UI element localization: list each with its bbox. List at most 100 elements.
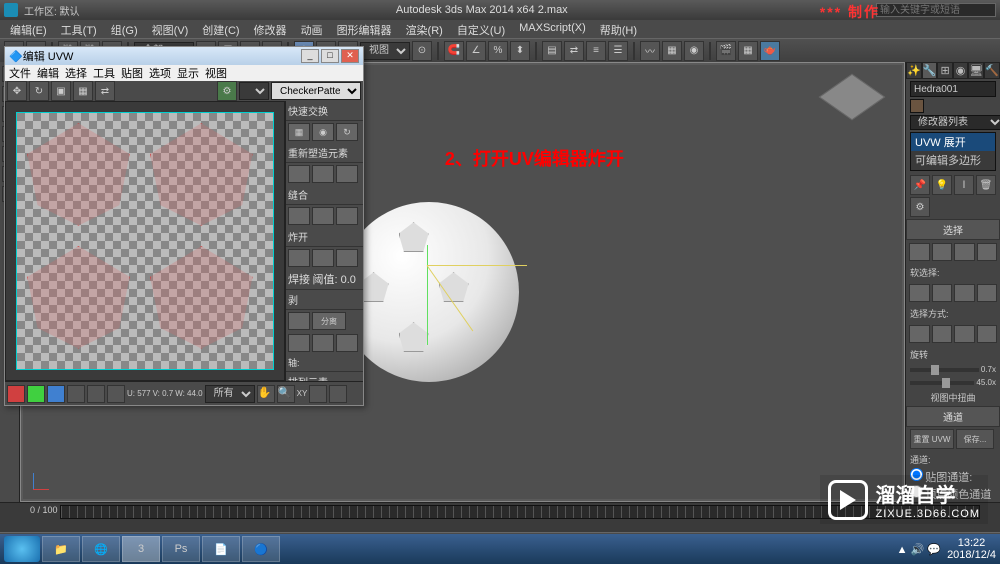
uvw-face-mode[interactable] [47, 385, 65, 403]
percent-snap-button[interactable]: % [488, 41, 508, 61]
uvw-detach-btn[interactable]: 分离 [312, 312, 346, 330]
rotate-slider-2[interactable] [910, 381, 974, 385]
uvw-menu-display[interactable]: 显示 [177, 65, 199, 81]
uvw-explode-2[interactable] [312, 249, 334, 267]
uv-cluster[interactable] [27, 123, 129, 225]
uvw-vertex-mode[interactable] [7, 385, 25, 403]
schematic-button[interactable]: ▦ [662, 41, 682, 61]
render-button[interactable]: 🫖 [760, 41, 780, 61]
menu-animation[interactable]: 动画 [295, 20, 329, 38]
material-editor-button[interactable]: ◉ [684, 41, 704, 61]
channel-rollout-header[interactable]: 通道 [906, 406, 1000, 427]
selmode-2[interactable] [932, 325, 953, 343]
uvw-explode-1[interactable] [288, 249, 310, 267]
stack-unique-button[interactable]: Ⅰ [954, 175, 974, 195]
display-tab[interactable]: 🖥 [968, 62, 984, 79]
hierarchy-tab[interactable]: ⊞ [937, 62, 952, 79]
object-color-swatch[interactable] [910, 99, 924, 113]
uvw-menu-file[interactable]: 文件 [9, 65, 31, 81]
uv-cluster[interactable] [150, 123, 252, 225]
taskbar-photoshop[interactable]: Ps [162, 536, 200, 562]
motion-tab[interactable]: ◉ [953, 62, 968, 79]
uvw-menu-options[interactable]: 选项 [149, 65, 171, 81]
uvw-peel-4[interactable] [312, 334, 334, 352]
gizmo-x-axis[interactable] [427, 265, 527, 266]
start-button[interactable] [4, 536, 40, 562]
sel-edge-button[interactable] [932, 243, 953, 261]
menu-maxscript[interactable]: MAXScript(X) [513, 20, 592, 38]
uvw-nav-2[interactable] [329, 385, 347, 403]
uvw-stitch-2[interactable] [312, 207, 334, 225]
menu-rendering[interactable]: 渲染(R) [400, 20, 449, 38]
uv-cluster[interactable] [27, 246, 129, 348]
angle-snap-button[interactable]: ∠ [466, 41, 486, 61]
save-uvw-button[interactable]: 保存... [956, 429, 994, 449]
stack-config-button[interactable]: ⚙ [910, 197, 930, 217]
menu-help[interactable]: 帮助(H) [594, 20, 643, 38]
uvw-zoom-button[interactable]: 🔍 [277, 385, 295, 403]
uvw-peel-1[interactable] [288, 312, 310, 330]
uvw-peel-5[interactable] [336, 334, 358, 352]
stack-show-button[interactable]: 💡 [932, 175, 952, 195]
soft-btn-3[interactable] [954, 284, 975, 302]
utilities-tab[interactable]: 🔨 [984, 62, 1000, 79]
rotate-slider-1[interactable] [910, 368, 979, 372]
select-rollout-header[interactable]: 选择 [906, 219, 1000, 240]
uvw-explode-3[interactable] [336, 249, 358, 267]
snap-button[interactable]: 🧲 [444, 41, 464, 61]
uvw-quick-btn-1[interactable]: ▦ [288, 123, 310, 141]
menu-edit[interactable]: 编辑(E) [4, 20, 53, 38]
uvw-hand-button[interactable]: ✋ [257, 385, 275, 403]
viewcube[interactable] [819, 74, 886, 121]
named-selection-button[interactable]: ▤ [542, 41, 562, 61]
taskbar-app-5[interactable]: 📄 [202, 536, 240, 562]
object-name-input[interactable] [910, 81, 996, 97]
uvw-close-button[interactable]: ✕ [341, 49, 359, 63]
ref-coord-dropdown[interactable]: 视图 [360, 42, 410, 60]
uvw-rotate-button[interactable]: ↻ [29, 81, 49, 101]
uvw-menu-select[interactable]: 选择 [65, 65, 87, 81]
uvw-stitch-1[interactable] [288, 207, 310, 225]
uvw-menu-tools[interactable]: 工具 [93, 65, 115, 81]
uvw-stitch-3[interactable] [336, 207, 358, 225]
uvw-options-button[interactable]: ⚙ [217, 81, 237, 101]
selmode-1[interactable] [909, 325, 930, 343]
stack-uvw-unwrap[interactable]: UVW 展开 [911, 133, 995, 151]
uv-cluster[interactable] [150, 246, 252, 348]
uvw-btn-5[interactable] [87, 385, 105, 403]
uvw-mirror-button[interactable]: ⇄ [95, 81, 115, 101]
pivot-button[interactable]: ⊙ [412, 41, 432, 61]
uvw-menu-edit[interactable]: 编辑 [37, 65, 59, 81]
soccer-ball-mesh[interactable] [339, 202, 519, 382]
uvw-element-mode[interactable] [67, 385, 85, 403]
uvw-maximize-button[interactable]: □ [321, 49, 339, 63]
render-setup-button[interactable]: 🎬 [716, 41, 736, 61]
sel-element-button[interactable] [977, 243, 998, 261]
layers-button[interactable]: ☰ [608, 41, 628, 61]
stack-remove-button[interactable]: 🗑 [976, 175, 996, 195]
soft-btn-1[interactable] [909, 284, 930, 302]
modifier-list-dropdown[interactable]: 修改器列表 [910, 115, 1000, 130]
uvw-move-button[interactable]: ✥ [7, 81, 27, 101]
help-search-input[interactable] [876, 3, 996, 17]
menu-graph-editors[interactable]: 图形编辑器 [331, 20, 398, 38]
align-button[interactable]: ≡ [586, 41, 606, 61]
uvw-minimize-button[interactable]: _ [301, 49, 319, 63]
menu-modifiers[interactable]: 修改器 [248, 20, 293, 38]
taskbar-app-6[interactable]: 🔵 [242, 536, 280, 562]
selmode-3[interactable] [954, 325, 975, 343]
taskbar-explorer[interactable]: 📁 [42, 536, 80, 562]
modifier-stack[interactable]: UVW 展开 可编辑多边形 [910, 132, 996, 171]
uvw-peel-3[interactable] [288, 334, 310, 352]
uvw-scale-button[interactable]: ▣ [51, 81, 71, 101]
uvw-titlebar[interactable]: 🔷 编辑 UVW _ □ ✕ [5, 47, 363, 65]
sel-vertex-button[interactable] [909, 243, 930, 261]
stack-pin-button[interactable]: 📌 [910, 175, 930, 195]
create-tab[interactable]: ✨ [906, 62, 922, 79]
taskbar-ie[interactable]: 🌐 [82, 536, 120, 562]
uvw-canvas[interactable] [5, 101, 285, 381]
uvw-menu-view[interactable]: 视图 [205, 65, 227, 81]
mirror-button[interactable]: ⇄ [564, 41, 584, 61]
modify-tab[interactable]: 🔧 [922, 62, 938, 79]
uvw-quick-btn-2[interactable]: ◉ [312, 123, 334, 141]
